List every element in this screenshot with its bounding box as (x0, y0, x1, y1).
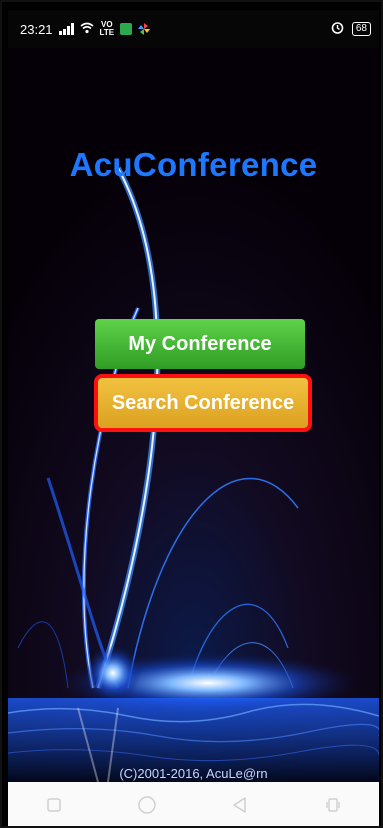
status-bar: 23:21 VO LTE 68 (8, 10, 379, 48)
status-right: 68 (331, 21, 371, 37)
phone-frame: 23:21 VO LTE 68 AcuConference My Confere… (0, 0, 383, 828)
wifi-icon (80, 22, 94, 37)
navigation-bar (8, 782, 379, 826)
app-title: AcuConference (69, 146, 318, 183)
status-time: 23:21 (20, 21, 53, 37)
home-icon[interactable] (127, 785, 167, 825)
recent-apps-icon[interactable] (34, 785, 74, 825)
copyright-text: (C)2001-2016, AcuLe@rn (119, 766, 268, 781)
battery-icon: 68 (351, 22, 371, 36)
app-notification-icon (120, 23, 133, 35)
status-left: 23:21 VO LTE (20, 21, 151, 37)
signal-icon (58, 23, 74, 35)
back-icon[interactable] (220, 785, 260, 825)
my-conference-button[interactable]: My Conference (95, 319, 305, 369)
pinwheel-icon (138, 23, 151, 35)
rotate-icon[interactable] (313, 785, 353, 825)
volte-bottom-text: LTE (99, 28, 115, 37)
battery-level: 68 (355, 23, 367, 34)
volte-icon: VO LTE (100, 21, 115, 37)
search-conference-button[interactable]: Search Conference (98, 378, 308, 428)
alarm-icon (331, 21, 344, 37)
